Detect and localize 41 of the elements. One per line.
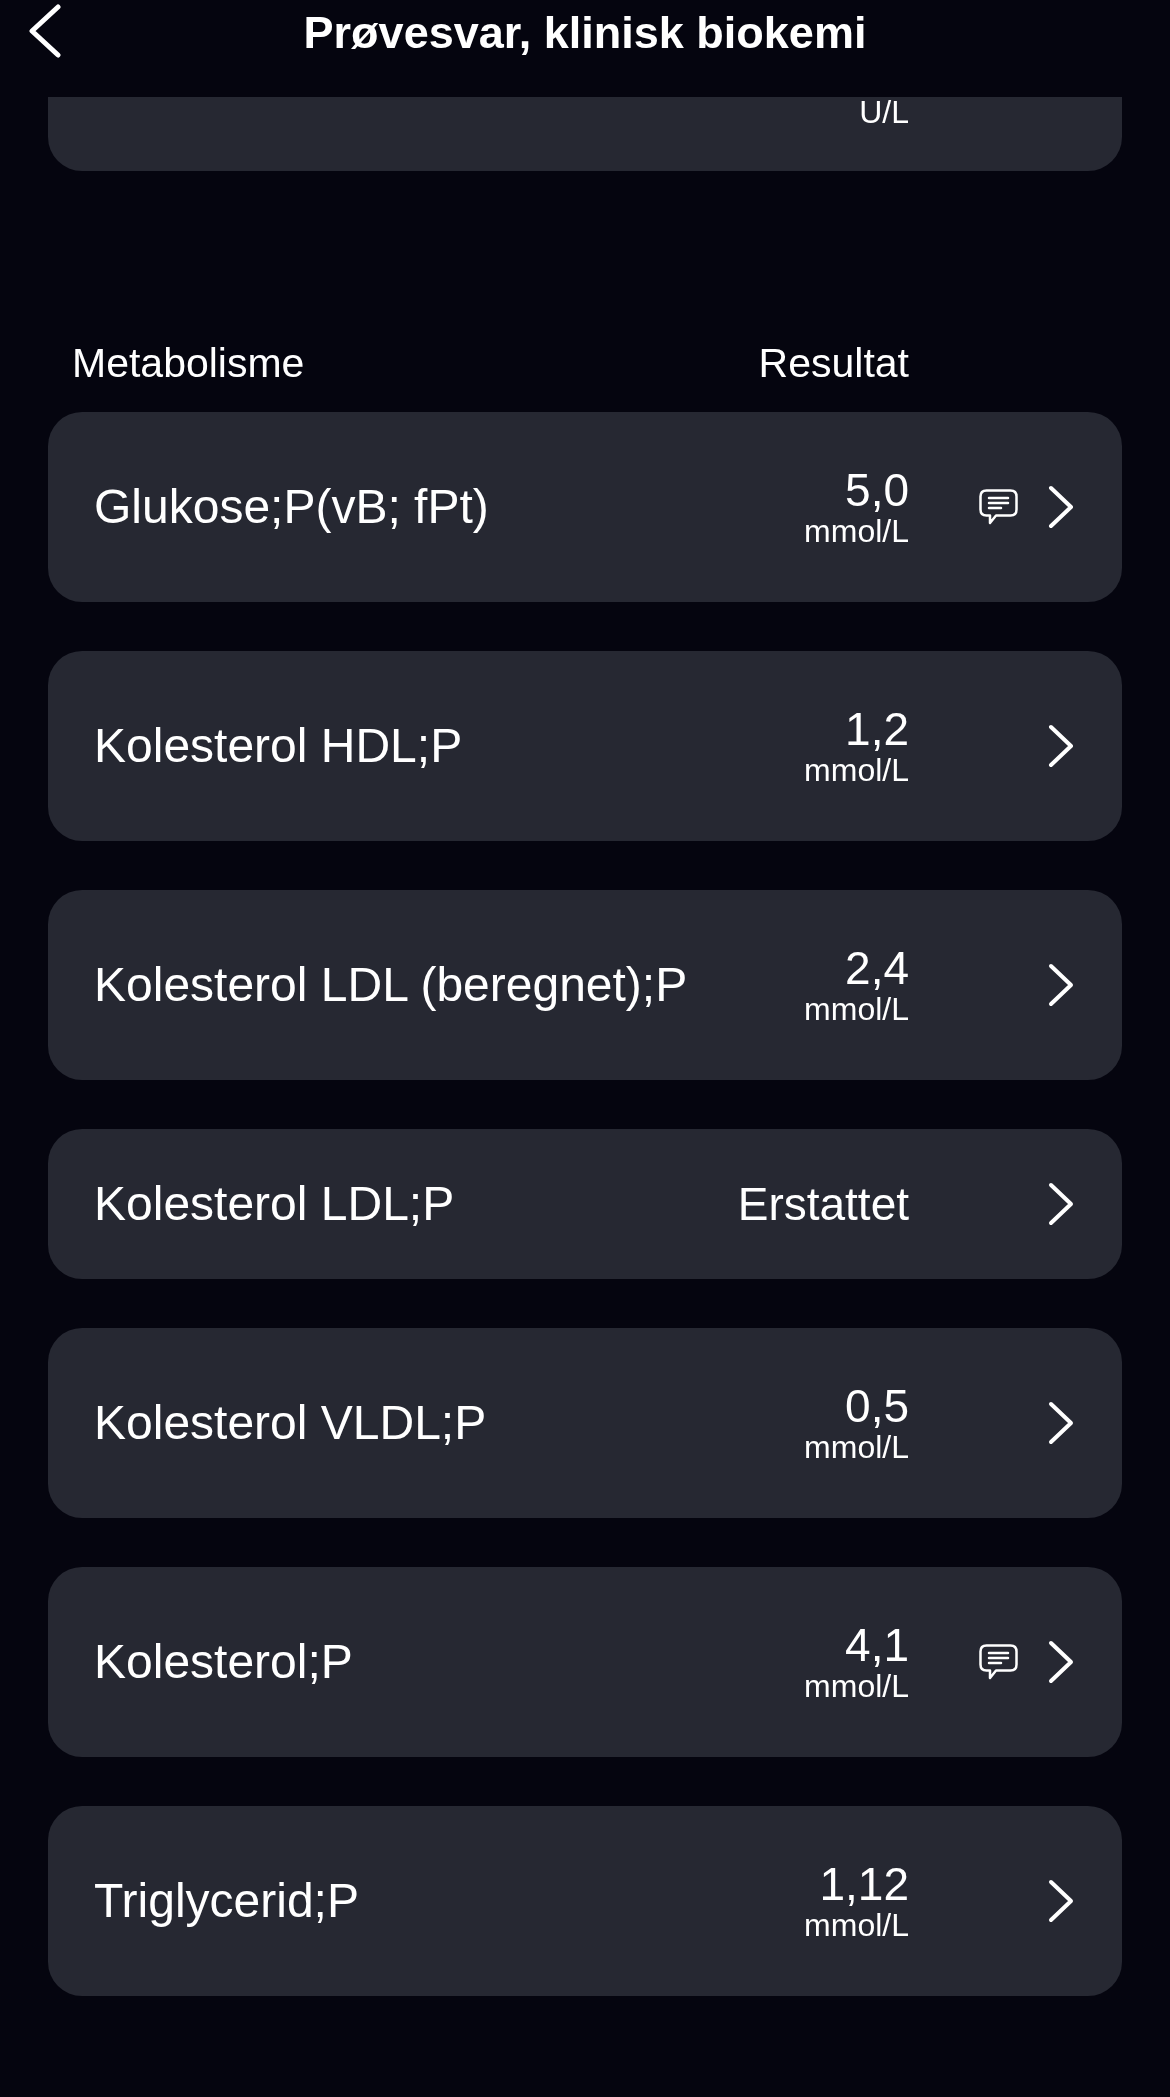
- result-card[interactable]: Kolesterol LDL;P Erstattet: [48, 1129, 1122, 1279]
- chevron-right-icon: [1048, 1640, 1074, 1684]
- result-card[interactable]: Kolesterol HDL;P 1,2 mmol/L: [48, 651, 1122, 841]
- test-name: Triglycerid;P: [94, 1874, 360, 1928]
- result-unit: U/L: [859, 97, 909, 132]
- result-unit: mmol/L: [804, 1430, 909, 1464]
- test-name: Kolesterol LDL (beregnet);P: [94, 958, 689, 1012]
- result-card[interactable]: Kolesterol VLDL;P 0,5 mmol/L: [48, 1328, 1122, 1518]
- chevron-right-icon: [1048, 485, 1074, 529]
- test-name: Glukose;P(vB; fPt): [94, 480, 490, 534]
- result-unit: mmol/L: [804, 1669, 909, 1703]
- column-header: Resultat: [758, 339, 909, 387]
- result-card[interactable]: U/L: [48, 97, 1122, 171]
- result-unit: mmol/L: [804, 514, 909, 548]
- chevron-right-icon: [1048, 1879, 1074, 1923]
- chevron-right-icon: [1048, 724, 1074, 768]
- result-unit: mmol/L: [804, 753, 909, 787]
- result-value: 2,4: [845, 944, 909, 992]
- result-card[interactable]: Kolesterol;P 4,1 mmol/L: [48, 1567, 1122, 1757]
- back-button[interactable]: [28, 4, 61, 58]
- test-name: Kolesterol VLDL;P: [94, 1396, 488, 1450]
- result-value: 5,0: [845, 466, 909, 514]
- result-unit: mmol/L: [804, 1908, 909, 1942]
- section-title: Metabolisme: [72, 339, 306, 387]
- result-card[interactable]: Kolesterol LDL (beregnet);P 2,4 mmol/L: [48, 890, 1122, 1080]
- chevron-right-icon: [1048, 1182, 1074, 1226]
- result-value: 0,5: [845, 1382, 909, 1430]
- chevron-right-icon: [1048, 1401, 1074, 1445]
- result-value: 1,12: [819, 1860, 909, 1908]
- result-value: 1,2: [845, 705, 909, 753]
- result-card[interactable]: Triglycerid;P 1,12 mmol/L: [48, 1806, 1122, 1996]
- page-title: Prøvesvar, klinisk biokemi: [303, 6, 867, 60]
- result-unit: mmol/L: [804, 992, 909, 1026]
- test-name: Kolesterol HDL;P: [94, 719, 464, 773]
- result-status: Erstattet: [737, 1178, 909, 1230]
- result-card[interactable]: Glukose;P(vB; fPt) 5,0 mmol/L: [48, 412, 1122, 602]
- test-name: Kolesterol LDL;P: [94, 1177, 456, 1231]
- chevron-left-icon: [28, 4, 61, 58]
- chevron-right-icon: [1048, 963, 1074, 1007]
- test-name: Kolesterol;P: [94, 1635, 354, 1689]
- result-value: 4,1: [845, 1621, 909, 1669]
